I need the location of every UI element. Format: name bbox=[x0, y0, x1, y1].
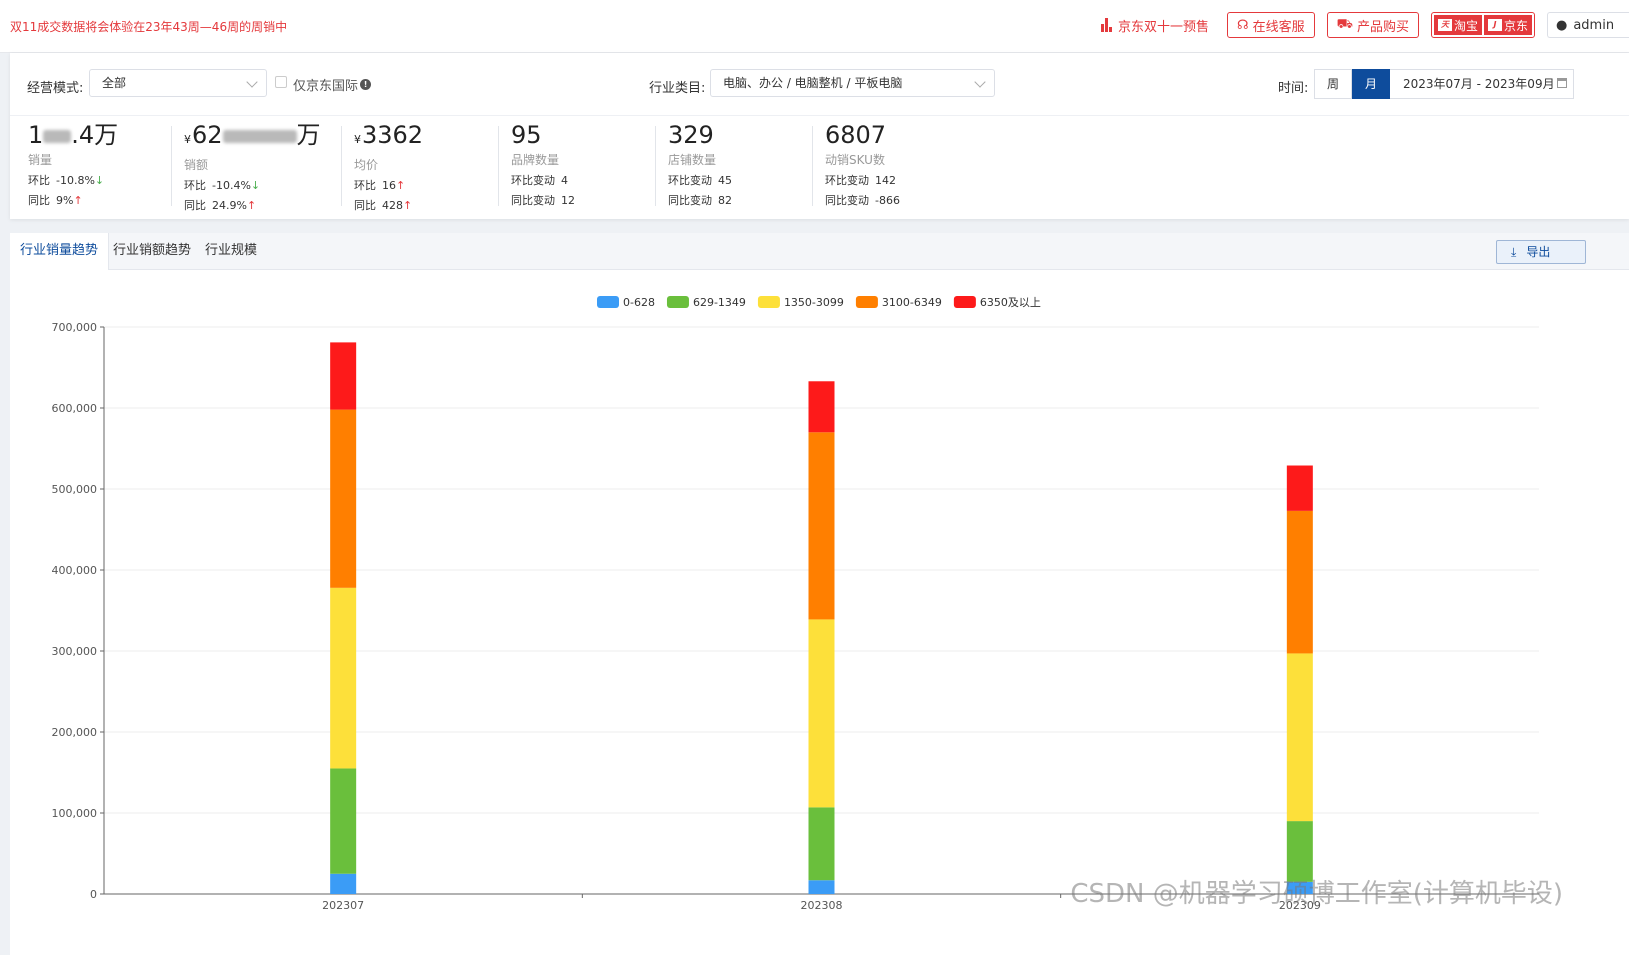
legend-label: 629-1349 bbox=[693, 296, 746, 309]
watermark-text: CSDN @机器学习硕博工作室(计算机毕设) bbox=[1070, 879, 1563, 909]
legend-swatch bbox=[953, 296, 976, 308]
y-tick-label: 300,000 bbox=[52, 645, 98, 658]
y-tick-label: 500,000 bbox=[52, 483, 98, 496]
bar-segment bbox=[808, 381, 835, 433]
y-tick-label: 100,000 bbox=[52, 807, 98, 820]
x-tick-label: 202307 bbox=[322, 899, 364, 912]
bar-segment bbox=[330, 768, 357, 874]
y-tick-label: 700,000 bbox=[52, 321, 98, 334]
bar-segment bbox=[1286, 653, 1313, 822]
y-tick-label: 0 bbox=[90, 888, 97, 901]
bar-segment bbox=[808, 619, 835, 808]
bar-segment bbox=[330, 342, 357, 410]
bar-segment bbox=[1286, 510, 1313, 654]
y-tick-label: 200,000 bbox=[52, 726, 98, 739]
y-tick-label: 600,000 bbox=[52, 402, 98, 415]
legend-label: 6350及以上 bbox=[980, 296, 1041, 309]
legend-swatch bbox=[666, 296, 689, 308]
bar-segment bbox=[808, 880, 835, 894]
legend-swatch bbox=[757, 296, 780, 308]
x-tick-label: 202308 bbox=[801, 899, 843, 912]
legend-swatch bbox=[855, 296, 878, 308]
y-tick-label: 400,000 bbox=[52, 564, 98, 577]
legend-swatch bbox=[597, 296, 619, 308]
bar-segment bbox=[808, 432, 835, 620]
bar-segment bbox=[330, 409, 357, 588]
bar-segment bbox=[1286, 821, 1313, 882]
legend-label: 1350-3099 bbox=[784, 296, 844, 309]
bar-segment bbox=[808, 807, 835, 881]
stacked-bar-chart: 0 100,000 200,000 300,000 400,000 500,000 600,… bbox=[52, 296, 1563, 912]
legend-label: 0-628 bbox=[623, 296, 655, 309]
bar-segment bbox=[330, 587, 357, 769]
bar-segment bbox=[330, 873, 357, 894]
bar-segment bbox=[1286, 465, 1313, 511]
legend-label: 3100-6349 bbox=[882, 296, 942, 309]
